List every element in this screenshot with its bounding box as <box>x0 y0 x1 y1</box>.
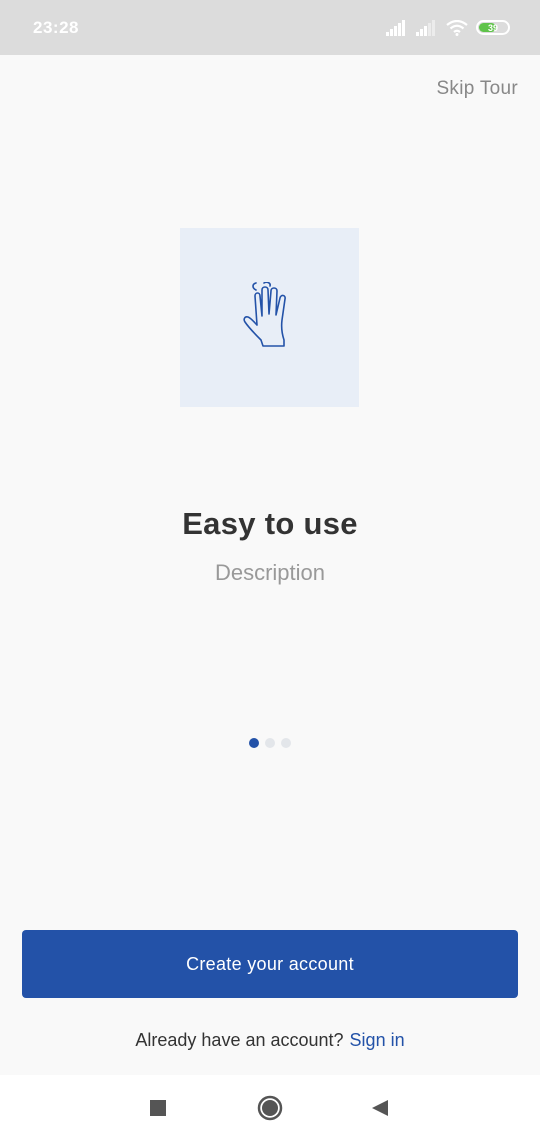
page-dot-3[interactable] <box>281 738 291 748</box>
signal-icon <box>386 19 405 36</box>
wifi-icon <box>446 19 468 36</box>
page-dot-1[interactable] <box>249 738 259 748</box>
recents-icon <box>150 1099 166 1116</box>
battery-level: 39 <box>487 22 498 33</box>
home-icon <box>257 1095 283 1120</box>
have-account-text: Already have an account? <box>135 1030 344 1050</box>
home-button[interactable] <box>252 1075 288 1140</box>
slide-illustration <box>180 228 359 407</box>
sign-in-link[interactable]: Sign in <box>350 1030 405 1050</box>
navigation-bar <box>0 1075 540 1140</box>
create-account-button[interactable]: Create your account <box>22 930 518 998</box>
slide-description: Description <box>214 560 326 585</box>
page-indicator <box>249 738 291 748</box>
hand-wave-icon <box>242 281 286 347</box>
slide-title: Easy to use <box>182 506 358 541</box>
signin-row: Already have an account? Sign in <box>0 1030 540 1051</box>
status-icons: 39 <box>386 19 510 36</box>
back-button[interactable] <box>362 1075 398 1140</box>
status-time: 23:28 <box>33 17 79 37</box>
skip-tour-button[interactable]: Skip Tour <box>436 78 518 100</box>
battery-icon: 39 <box>476 20 510 35</box>
signal-icon-secondary <box>416 19 435 36</box>
recents-button[interactable] <box>140 1075 176 1140</box>
page-dot-2[interactable] <box>265 738 275 748</box>
status-bar: 23:28 39 <box>0 0 540 55</box>
back-icon <box>372 1099 388 1116</box>
